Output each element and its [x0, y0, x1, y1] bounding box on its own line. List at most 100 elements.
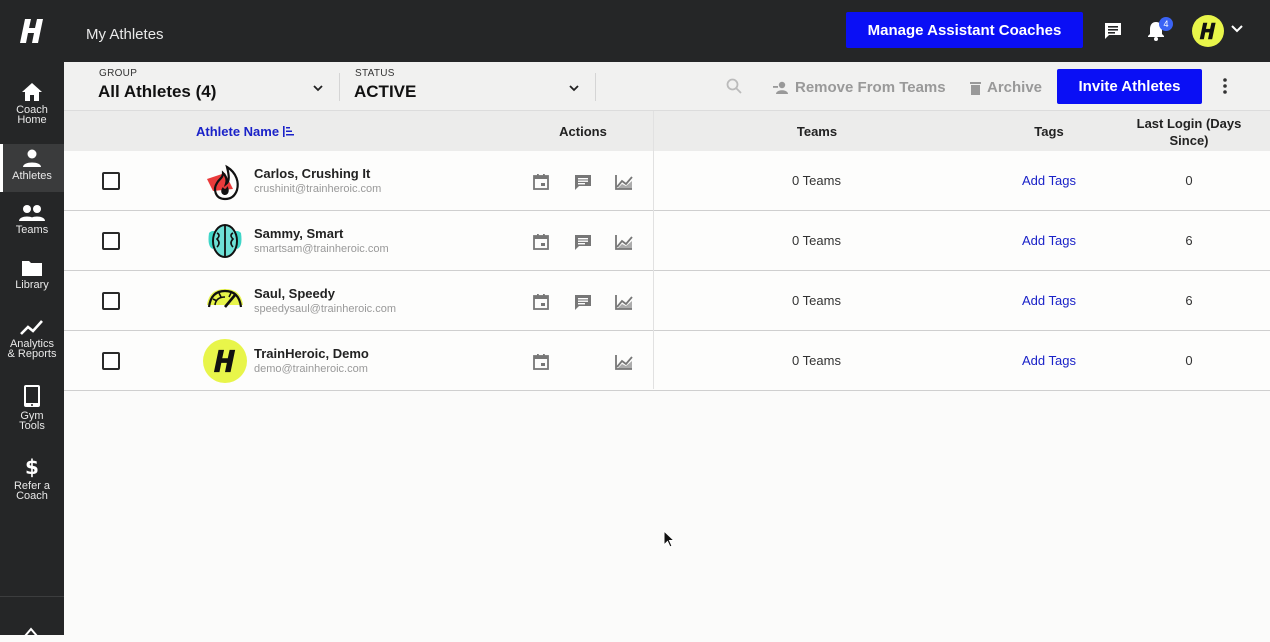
athlete-email: demo@trainheroic.com: [254, 363, 368, 375]
h-logo-icon: [203, 339, 247, 383]
sidebar-item-label: Library: [15, 279, 49, 291]
group-icon: [19, 205, 45, 221]
avatar[interactable]: [1192, 15, 1224, 47]
top-bar: My Athletes Manage Assistant Coaches 4: [0, 0, 1270, 62]
dollar-icon: $: [25, 456, 39, 478]
archive-label: Archive: [987, 79, 1043, 96]
sort-icon: [283, 126, 295, 137]
divider: [339, 73, 340, 101]
group-filter-value[interactable]: All Athletes (4): [98, 82, 216, 102]
table-header: Athlete Name Actions Teams Tags Last Log…: [64, 111, 1270, 151]
remove-from-teams-button[interactable]: Remove From Teams: [773, 79, 946, 96]
sidebar-item-label: Gym Tools: [19, 410, 45, 432]
trainheroic-logo-icon[interactable]: [0, 0, 64, 62]
flame-icon: [203, 159, 247, 203]
actions-column-header: Actions: [559, 124, 607, 139]
last-login-value: 0: [1185, 353, 1193, 368]
athlete-name[interactable]: TrainHeroic, Demo: [254, 346, 369, 361]
athlete-name-header-label: Athlete Name: [196, 124, 280, 139]
message-icon[interactable]: [573, 232, 593, 252]
message-icon[interactable]: [573, 292, 593, 312]
chevron-down-icon[interactable]: [1230, 22, 1244, 41]
teams-count: 0 Teams: [792, 293, 841, 308]
teams-count: 0 Teams: [792, 173, 841, 188]
row-checkbox[interactable]: [102, 232, 120, 250]
remove-person-icon: [773, 81, 788, 94]
athlete-email: speedysaul@trainheroic.com: [254, 303, 397, 315]
row-checkbox[interactable]: [102, 352, 120, 370]
invite-athletes-button[interactable]: Invite Athletes: [1057, 69, 1202, 104]
mouse-cursor-icon: [663, 529, 676, 553]
sidebar: Coach Home Athletes Teams Library Analyt…: [0, 62, 64, 637]
sidebar-item-refer[interactable]: $ Refer a Coach: [0, 456, 64, 506]
status-filter-label: STATUS: [355, 68, 395, 79]
add-tags-link[interactable]: Add Tags: [984, 233, 1114, 248]
athlete-name[interactable]: Saul, Speedy: [254, 286, 335, 301]
tags-column-header: Tags: [1034, 124, 1064, 139]
sidebar-item-label: Refer a Coach: [13, 480, 51, 502]
status-filter-value[interactable]: ACTIVE: [354, 82, 416, 102]
search-icon[interactable]: [726, 78, 742, 99]
last-login-column-header: Last Login (Days Since): [1136, 116, 1242, 148]
remove-from-teams-label: Remove From Teams: [795, 79, 946, 96]
collapse-icon[interactable]: [22, 624, 40, 642]
athlete-name[interactable]: Sammy, Smart: [254, 226, 343, 241]
page-title: My Athletes: [86, 26, 164, 43]
sidebar-item-athletes[interactable]: Athletes: [0, 144, 64, 192]
chat-icon[interactable]: [1102, 20, 1124, 42]
table-row[interactable]: Sammy, Smart smartsam@trainheroic.com 0 …: [64, 211, 1270, 271]
teams-count: 0 Teams: [792, 353, 841, 368]
divider: [595, 73, 596, 101]
sidebar-item-analytics[interactable]: Analytics & Reports: [0, 318, 64, 364]
teams-count: 0 Teams: [792, 233, 841, 248]
calendar-icon[interactable]: [531, 172, 551, 192]
person-icon: [23, 149, 41, 167]
sidebar-item-coach-home[interactable]: Coach Home: [0, 82, 64, 126]
add-tags-link[interactable]: Add Tags: [984, 293, 1114, 308]
manage-assistant-coaches-button[interactable]: Manage Assistant Coaches: [846, 12, 1083, 48]
row-checkbox[interactable]: [102, 172, 120, 190]
trash-icon: [970, 81, 981, 95]
athlete-email: smartsam@trainheroic.com: [254, 243, 389, 255]
chart-icon[interactable]: [614, 292, 634, 312]
chevron-down-icon[interactable]: [312, 80, 324, 98]
sidebar-item-gym-tools[interactable]: Gym Tools: [0, 384, 64, 434]
notification-badge: 4: [1159, 17, 1173, 31]
column-divider: [653, 111, 654, 389]
add-tags-link[interactable]: Add Tags: [984, 353, 1114, 368]
chart-icon[interactable]: [614, 172, 634, 192]
home-icon: [22, 83, 42, 101]
folder-icon: [22, 261, 42, 276]
sidebar-item-library[interactable]: Library: [0, 259, 64, 295]
speedometer-icon: [203, 279, 247, 323]
calendar-icon[interactable]: [531, 292, 551, 312]
chart-icon[interactable]: [614, 232, 634, 252]
row-checkbox[interactable]: [102, 292, 120, 310]
sidebar-divider: [0, 596, 64, 597]
calendar-icon[interactable]: [531, 232, 551, 252]
sidebar-item-teams[interactable]: Teams: [0, 204, 64, 240]
archive-button[interactable]: Archive: [970, 79, 1042, 96]
trend-icon: [20, 320, 43, 335]
sidebar-item-label: Analytics & Reports: [7, 338, 57, 360]
last-login-value: 0: [1185, 173, 1193, 188]
filter-toolbar: GROUP All Athletes (4) STATUS ACTIVE Rem…: [64, 62, 1270, 111]
table-row[interactable]: TrainHeroic, Demo demo@trainheroic.com 0…: [64, 331, 1270, 391]
svg-text:$: $: [25, 456, 39, 478]
group-filter-label: GROUP: [99, 68, 138, 79]
athlete-name[interactable]: Carlos, Crushing It: [254, 166, 370, 181]
calendar-icon[interactable]: [531, 352, 551, 372]
tablet-icon: [24, 385, 40, 407]
message-icon[interactable]: [573, 172, 593, 192]
sidebar-item-label: Coach Home: [16, 104, 48, 126]
athlete-email: crushinit@trainheroic.com: [254, 183, 382, 195]
table-row[interactable]: Saul, Speedy speedysaul@trainheroic.com …: [64, 271, 1270, 331]
more-options-icon[interactable]: [1222, 77, 1228, 100]
chevron-down-icon[interactable]: [568, 80, 580, 98]
chart-icon[interactable]: [614, 352, 634, 372]
table-row[interactable]: Carlos, Crushing It crushinit@trainheroi…: [64, 151, 1270, 211]
add-tags-link[interactable]: Add Tags: [984, 173, 1114, 188]
last-login-value: 6: [1185, 293, 1193, 308]
athlete-name-column-header[interactable]: Athlete Name: [196, 124, 295, 139]
sidebar-item-label: Teams: [15, 224, 49, 236]
